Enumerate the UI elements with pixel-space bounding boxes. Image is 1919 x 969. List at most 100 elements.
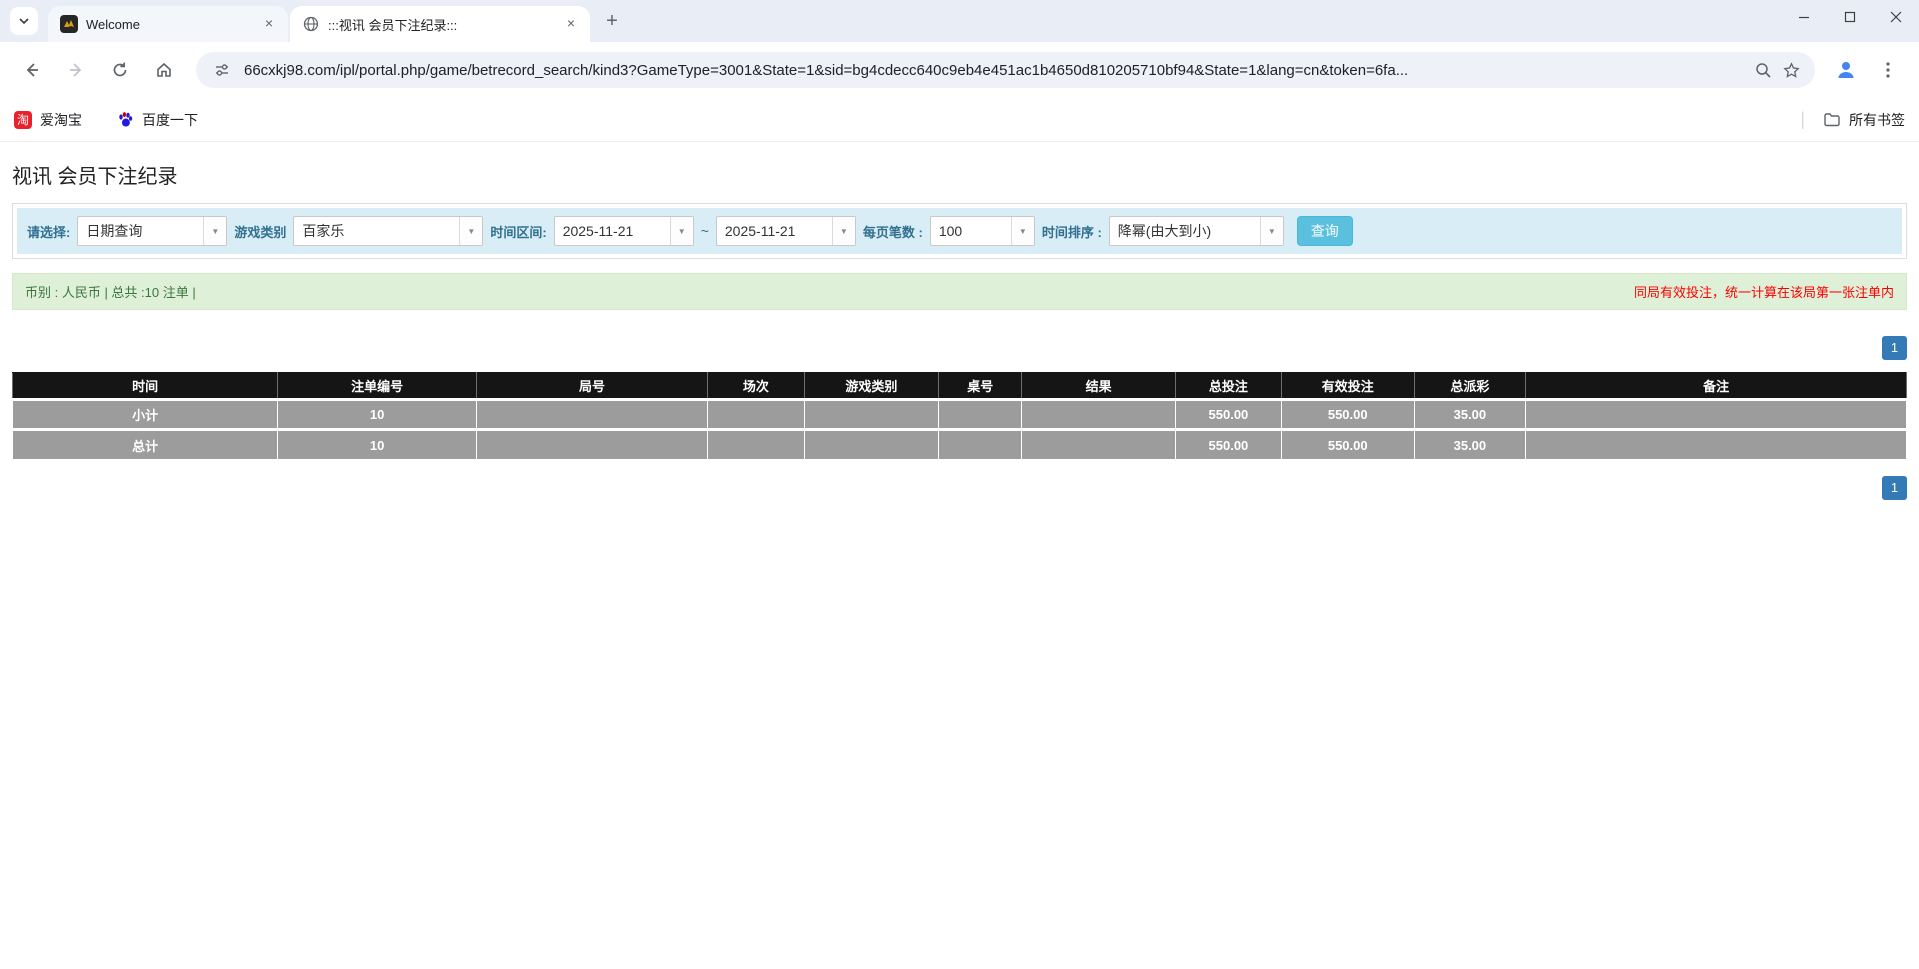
kebab-menu-icon[interactable] — [1871, 53, 1905, 87]
footer-cell: 小计 — [13, 400, 278, 430]
tab-close-icon[interactable]: × — [260, 15, 278, 33]
dropdown-arrow-icon: ▼ — [670, 217, 693, 245]
site-info-icon[interactable] — [208, 56, 236, 84]
address-bar[interactable]: 66cxkj98.com/ipl/portal.php/game/betreco… — [196, 52, 1815, 88]
per-page-label: 每页笔数 : — [863, 222, 923, 241]
summary-bar: 币别 : 人民币 | 总共 :10 注单 | 同局有效投注，统一计算在该局第一张… — [12, 273, 1907, 310]
bookmark-baidu[interactable]: 百度一下 — [116, 110, 198, 130]
bet-records-table: 时间注单编号局号场次游戏类别桌号结果总投注有效投注总派彩备注 小计10 550.0… — [12, 372, 1907, 460]
dropdown-arrow-icon: ▼ — [459, 217, 482, 245]
footer-cell — [1526, 430, 1907, 460]
bookmark-aitaobao[interactable]: 淘 爱淘宝 — [14, 110, 82, 130]
footer-cell — [939, 430, 1022, 460]
footer-cell: 10 — [278, 430, 477, 460]
dropdown-arrow-icon: ▼ — [203, 217, 226, 245]
game-category-label: 游戏类别 — [234, 222, 286, 241]
table-subtotal-row: 小计10550.00550.0035.00 — [13, 400, 1907, 430]
column-header: 总投注 — [1175, 373, 1281, 400]
time-range-label: 时间区间: — [490, 222, 546, 241]
baidu-paw-icon — [116, 111, 134, 129]
globe-favicon-icon — [302, 15, 320, 33]
query-type-select[interactable]: 日期查询 ▼ — [77, 216, 227, 246]
footer-cell: 总计 — [13, 430, 278, 460]
footer-cell — [804, 430, 938, 460]
home-button[interactable] — [147, 53, 181, 87]
footer-cell — [477, 430, 708, 460]
table-header-row: 时间注单编号局号场次游戏类别桌号结果总投注有效投注总派彩备注 — [13, 373, 1907, 400]
bookmarks-bar: 淘 爱淘宝 百度一下 | 所有书签 — [0, 98, 1919, 142]
footer-cell: 550.00 — [1175, 400, 1281, 430]
bookmarks-divider: | — [1800, 109, 1805, 130]
column-header: 结果 — [1022, 373, 1175, 400]
dropdown-arrow-icon: ▼ — [832, 217, 855, 245]
per-page-value: 100 — [931, 223, 1011, 239]
tab-search-chevron-button[interactable] — [10, 7, 38, 35]
forward-button[interactable] — [59, 53, 93, 87]
column-header: 注单编号 — [278, 373, 477, 400]
minimize-button[interactable] — [1781, 0, 1827, 34]
profile-avatar[interactable] — [1829, 53, 1863, 87]
table-total-row: 总计10550.00550.0035.00 — [13, 430, 1907, 460]
page-title: 视讯 会员下注纪录 — [12, 160, 1907, 189]
footer-cell — [708, 430, 805, 460]
tab-title: :::视讯 会员下注纪录::: — [328, 15, 554, 34]
date-from-select[interactable]: 2025-11-21 ▼ — [554, 216, 694, 246]
footer-cell — [804, 400, 938, 430]
tab-close-icon[interactable]: × — [562, 15, 580, 33]
url-text[interactable]: 66cxkj98.com/ipl/portal.php/game/betreco… — [244, 62, 1741, 79]
browser-toolbar: 66cxkj98.com/ipl/portal.php/game/betreco… — [0, 42, 1919, 98]
welcome-favicon-icon — [60, 15, 78, 33]
back-button[interactable] — [15, 53, 49, 87]
reload-button[interactable] — [103, 53, 137, 87]
filter-panel: 请选择: 日期查询 ▼ 游戏类别 百家乐 ▼ 时间区间: 2025-11-21 … — [12, 203, 1907, 259]
close-window-button[interactable] — [1873, 0, 1919, 34]
currency-summary-text: 币别 : 人民币 | 总共 :10 注单 | — [25, 282, 196, 301]
footer-cell: 10 — [278, 400, 477, 430]
pagination-bottom: 1 — [12, 476, 1907, 510]
column-header: 总派彩 — [1414, 373, 1526, 400]
column-header: 有效投注 — [1281, 373, 1414, 400]
date-from-value: 2025-11-21 — [555, 223, 670, 239]
bookmark-label: 百度一下 — [142, 110, 198, 130]
footer-cell: 550.00 — [1281, 400, 1414, 430]
tab-title: Welcome — [86, 17, 252, 32]
column-header: 桌号 — [939, 373, 1022, 400]
footer-cell: 550.00 — [1281, 430, 1414, 460]
chevron-down-icon — [18, 15, 30, 27]
page-1-button[interactable]: 1 — [1882, 476, 1907, 500]
column-header: 局号 — [477, 373, 708, 400]
time-sort-select[interactable]: 降幂(由大到小) ▼ — [1109, 216, 1284, 246]
folder-icon — [1823, 111, 1841, 129]
window-controls — [1781, 0, 1919, 34]
tab-bet-record[interactable]: :::视讯 会员下注纪录::: × — [290, 6, 590, 42]
footer-cell: 35.00 — [1414, 400, 1526, 430]
page-content: 视讯 会员下注纪录 请选择: 日期查询 ▼ 游戏类别 百家乐 ▼ 时间区间: 2… — [0, 142, 1919, 510]
search-button[interactable]: 查询 — [1297, 216, 1353, 246]
game-category-value: 百家乐 — [294, 221, 459, 241]
query-type-value: 日期查询 — [78, 221, 203, 241]
footer-cell — [708, 400, 805, 430]
game-category-select[interactable]: 百家乐 ▼ — [293, 216, 483, 246]
footer-cell — [1022, 400, 1175, 430]
maximize-button[interactable] — [1827, 0, 1873, 34]
column-header: 备注 — [1526, 373, 1907, 400]
footer-cell: 550.00 — [1175, 430, 1281, 460]
page-1-button[interactable]: 1 — [1882, 336, 1907, 360]
tab-welcome[interactable]: Welcome × — [48, 6, 288, 42]
time-sort-label: 时间排序 : — [1042, 222, 1102, 241]
date-to-select[interactable]: 2025-11-21 ▼ — [716, 216, 856, 246]
taobao-icon: 淘 — [14, 111, 32, 129]
bookmark-star-icon[interactable] — [1777, 56, 1805, 84]
select-type-label: 请选择: — [27, 222, 70, 241]
column-header: 游戏类别 — [804, 373, 938, 400]
column-header: 时间 — [13, 373, 278, 400]
date-to-value: 2025-11-21 — [717, 223, 832, 239]
all-bookmarks-button[interactable]: | 所有书签 — [1800, 109, 1905, 130]
dropdown-arrow-icon: ▼ — [1260, 217, 1283, 245]
footer-cell — [939, 400, 1022, 430]
new-tab-button[interactable]: + — [598, 8, 626, 36]
zoom-icon[interactable] — [1749, 56, 1777, 84]
per-page-select[interactable]: 100 ▼ — [930, 216, 1035, 246]
footer-cell — [477, 400, 708, 430]
tilde-separator: ~ — [701, 223, 709, 239]
